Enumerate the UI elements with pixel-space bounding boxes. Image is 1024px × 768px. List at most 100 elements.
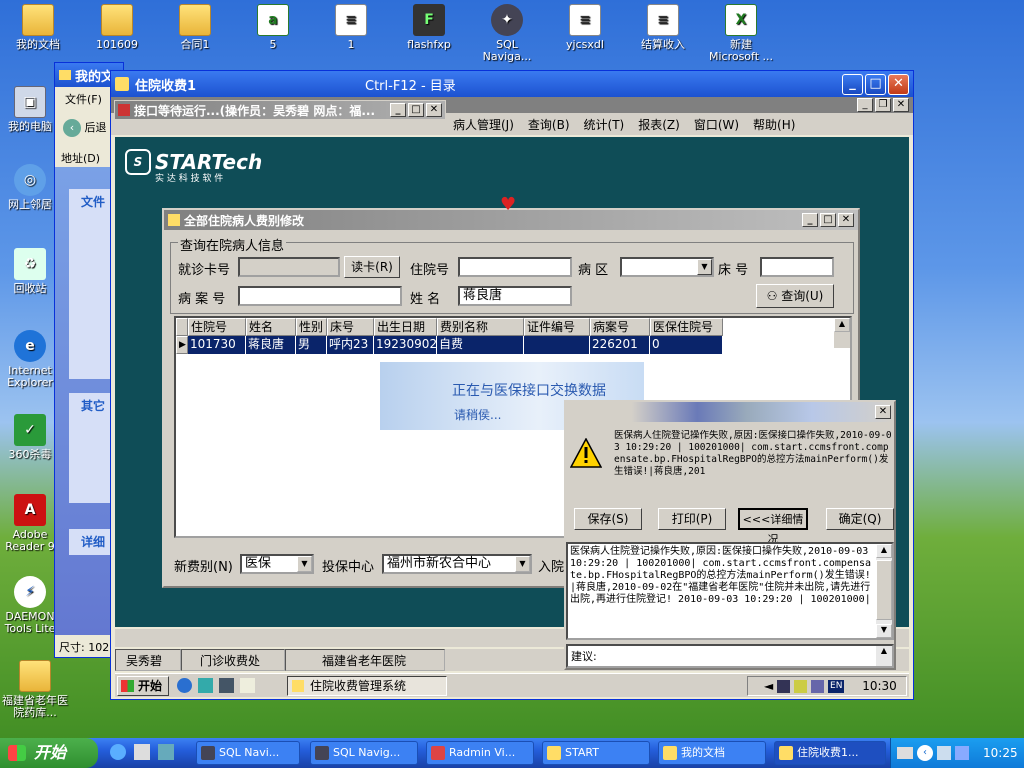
desktop-icon-adobe[interactable]: A Adobe Reader 9 xyxy=(0,494,60,553)
tray-icon[interactable] xyxy=(777,679,791,693)
scroll-up-icon[interactable]: ▲ xyxy=(834,318,850,332)
wait-minimize-button[interactable]: _ xyxy=(390,103,406,117)
ime-en-icon[interactable]: EN xyxy=(828,679,845,693)
table-cell[interactable]: 19230902 xyxy=(374,336,437,354)
insure-center-select[interactable]: 福州市新农合中心 xyxy=(382,554,532,574)
card-number-field[interactable] xyxy=(238,257,340,277)
notepad-icon[interactable] xyxy=(240,678,255,693)
scroll-thumb[interactable] xyxy=(876,560,892,620)
print-button[interactable]: 打印(P) xyxy=(658,508,726,530)
media-icon[interactable] xyxy=(158,744,174,760)
main-title-bar[interactable]: 住院收费1 Ctrl-F12 - 目录 _ □ ✕ xyxy=(111,71,913,97)
table-cell[interactable]: 自费 xyxy=(437,336,524,354)
task-sql-navi-1[interactable]: SQL Navi... xyxy=(196,741,300,765)
grid-header[interactable]: 姓名 xyxy=(246,318,296,336)
desktop-icon-contract[interactable]: 合同1 xyxy=(160,4,230,51)
save-button[interactable]: 保存(S) xyxy=(574,508,642,530)
scroll-up-icon[interactable]: ▲ xyxy=(876,544,892,558)
desktop-icon-my-docs[interactable]: 我的文档 xyxy=(3,4,73,51)
wait-maximize-button[interactable]: □ xyxy=(408,103,424,117)
start-button[interactable]: 开始 xyxy=(0,738,98,768)
detail-scrollbar[interactable]: ▲ ▼ xyxy=(876,544,892,638)
grid-header[interactable]: 证件编号 xyxy=(524,318,590,336)
desktop-icon-settlement[interactable]: ≡ 结算收入 xyxy=(628,4,698,51)
close-button[interactable]: ✕ xyxy=(888,73,909,95)
interface-wait-window[interactable]: 接口等待运行...(操作员：吴秀碧 网点：福... _ □ ✕ xyxy=(114,100,446,120)
read-card-button[interactable]: 读卡(R) xyxy=(344,256,400,278)
table-cell[interactable] xyxy=(524,336,590,354)
mdi-close-button[interactable]: ✕ xyxy=(893,98,909,112)
inpatient-number-field[interactable] xyxy=(458,257,572,277)
fee-maximize-button[interactable]: □ xyxy=(820,213,836,227)
keyboard-icon[interactable] xyxy=(897,747,913,759)
table-cell[interactable]: 男 xyxy=(296,336,327,354)
chevron-down-icon[interactable]: ▼ xyxy=(697,259,712,275)
fee-minimize-button[interactable]: _ xyxy=(802,213,818,227)
notepad-icon[interactable] xyxy=(134,744,150,760)
table-cell[interactable]: 蒋良唐 xyxy=(246,336,296,354)
ie-icon[interactable] xyxy=(110,744,126,760)
menu-patient[interactable]: 病人管理(J) xyxy=(453,116,514,133)
grid-header[interactable]: 出生日期 xyxy=(374,318,437,336)
ward-select[interactable]: ▼ xyxy=(620,257,714,277)
scroll-up-icon[interactable]: ▲ xyxy=(876,646,892,666)
desktop-icon-flashfxp[interactable]: Fflashfxp xyxy=(394,4,464,51)
desktop-icon-5[interactable]: a5 xyxy=(238,4,308,51)
task-my-docs[interactable]: 我的文档 xyxy=(658,741,766,765)
error-detail-box[interactable]: 医保病人住院登记操作失败,原因:医保接口操作失败,2010-09-03 10:2… xyxy=(566,542,894,640)
desktop-icon-360[interactable]: ✓ 360杀毒 xyxy=(0,414,60,461)
mdi-minimize-button[interactable]: _ xyxy=(857,98,873,112)
desktop-icon-yjcsxdl[interactable]: ≡ yjcsxdl xyxy=(550,4,620,51)
name-field[interactable]: 蒋良唐 xyxy=(458,286,572,306)
table-cell[interactable]: 呼内23 xyxy=(327,336,374,354)
grid-header[interactable]: 性别 xyxy=(296,318,327,336)
ok-button[interactable]: 确定(Q) xyxy=(826,508,894,530)
chevron-down-icon[interactable]: ▼ xyxy=(515,556,530,572)
tray-icon[interactable] xyxy=(955,746,969,760)
menu-help[interactable]: 帮助(H) xyxy=(753,116,795,133)
desktop-icon-network[interactable]: ◎ 网上邻居 xyxy=(0,164,60,211)
task-sql-navi-2[interactable]: SQL Navig... xyxy=(310,741,418,765)
grid-header[interactable]: 费别名称 xyxy=(437,318,524,336)
maximize-button[interactable]: □ xyxy=(865,73,886,95)
table-cell[interactable]: 101730 xyxy=(188,336,246,354)
inner-start-button[interactable]: 开始 xyxy=(117,676,169,696)
grid-scrollbar[interactable]: ▲ xyxy=(834,318,850,348)
scroll-down-icon[interactable]: ▼ xyxy=(876,624,892,638)
desktop-icon-my-computer[interactable]: ▣ 我的电脑 xyxy=(0,86,60,133)
inner-task-hospital[interactable]: 住院收费管理系统 xyxy=(287,676,447,696)
grid-header[interactable]: 病案号 xyxy=(590,318,650,336)
tray-icon[interactable] xyxy=(811,679,825,693)
volume-icon[interactable]: ◄ xyxy=(764,679,773,693)
desktop-icon-recycle-bin[interactable]: ♻ 回收站 xyxy=(0,248,60,295)
desktop-icon-1[interactable]: ≡ 1 xyxy=(316,4,386,51)
desktop-icon-101609[interactable]: 101609 xyxy=(82,4,152,51)
error-close-button[interactable]: ✕ xyxy=(875,405,891,419)
minimize-button[interactable]: _ xyxy=(842,73,863,95)
mdi-restore-button[interactable]: ❐ xyxy=(875,98,891,112)
query-button[interactable]: ⚇ 查询(U) xyxy=(756,284,834,308)
menu-query[interactable]: 查询(B) xyxy=(528,116,570,133)
bed-number-field[interactable] xyxy=(760,257,834,277)
grid-header[interactable]: 住院号 xyxy=(188,318,246,336)
suggest-box[interactable]: 建议: ▲ xyxy=(566,644,894,668)
task-start-folder[interactable]: START xyxy=(542,741,650,765)
ie-icon[interactable] xyxy=(177,678,192,693)
desktop-icon-pharmacy[interactable]: 福建省老年医院药库... xyxy=(0,660,70,719)
desktop-icon-new-excel[interactable]: X 新建 Microsoft ... xyxy=(706,4,776,63)
menu-report[interactable]: 报表(Z) xyxy=(638,116,680,133)
wait-close-button[interactable]: ✕ xyxy=(426,103,442,117)
desktop-icon-sql-navigator[interactable]: ✦ SQL Naviga... xyxy=(472,4,542,63)
menu-stats[interactable]: 统计(T) xyxy=(584,116,625,133)
grid-header[interactable]: 医保住院号 xyxy=(650,318,723,336)
case-number-field[interactable] xyxy=(238,286,402,306)
error-title-bar[interactable]: ✕ xyxy=(566,402,894,422)
network-icon[interactable] xyxy=(937,746,951,760)
menu-window[interactable]: 窗口(W) xyxy=(694,116,739,133)
chevron-down-icon[interactable]: ▼ xyxy=(297,556,312,572)
table-cell[interactable]: 0 xyxy=(650,336,723,354)
desktop-icon-daemon[interactable]: ⚡ DAEMON Tools Lite xyxy=(0,576,60,635)
chevron-left-icon[interactable]: ‹ xyxy=(917,745,933,761)
task-radmin[interactable]: Radmin Vi... xyxy=(426,741,534,765)
media-icon[interactable] xyxy=(219,678,234,693)
